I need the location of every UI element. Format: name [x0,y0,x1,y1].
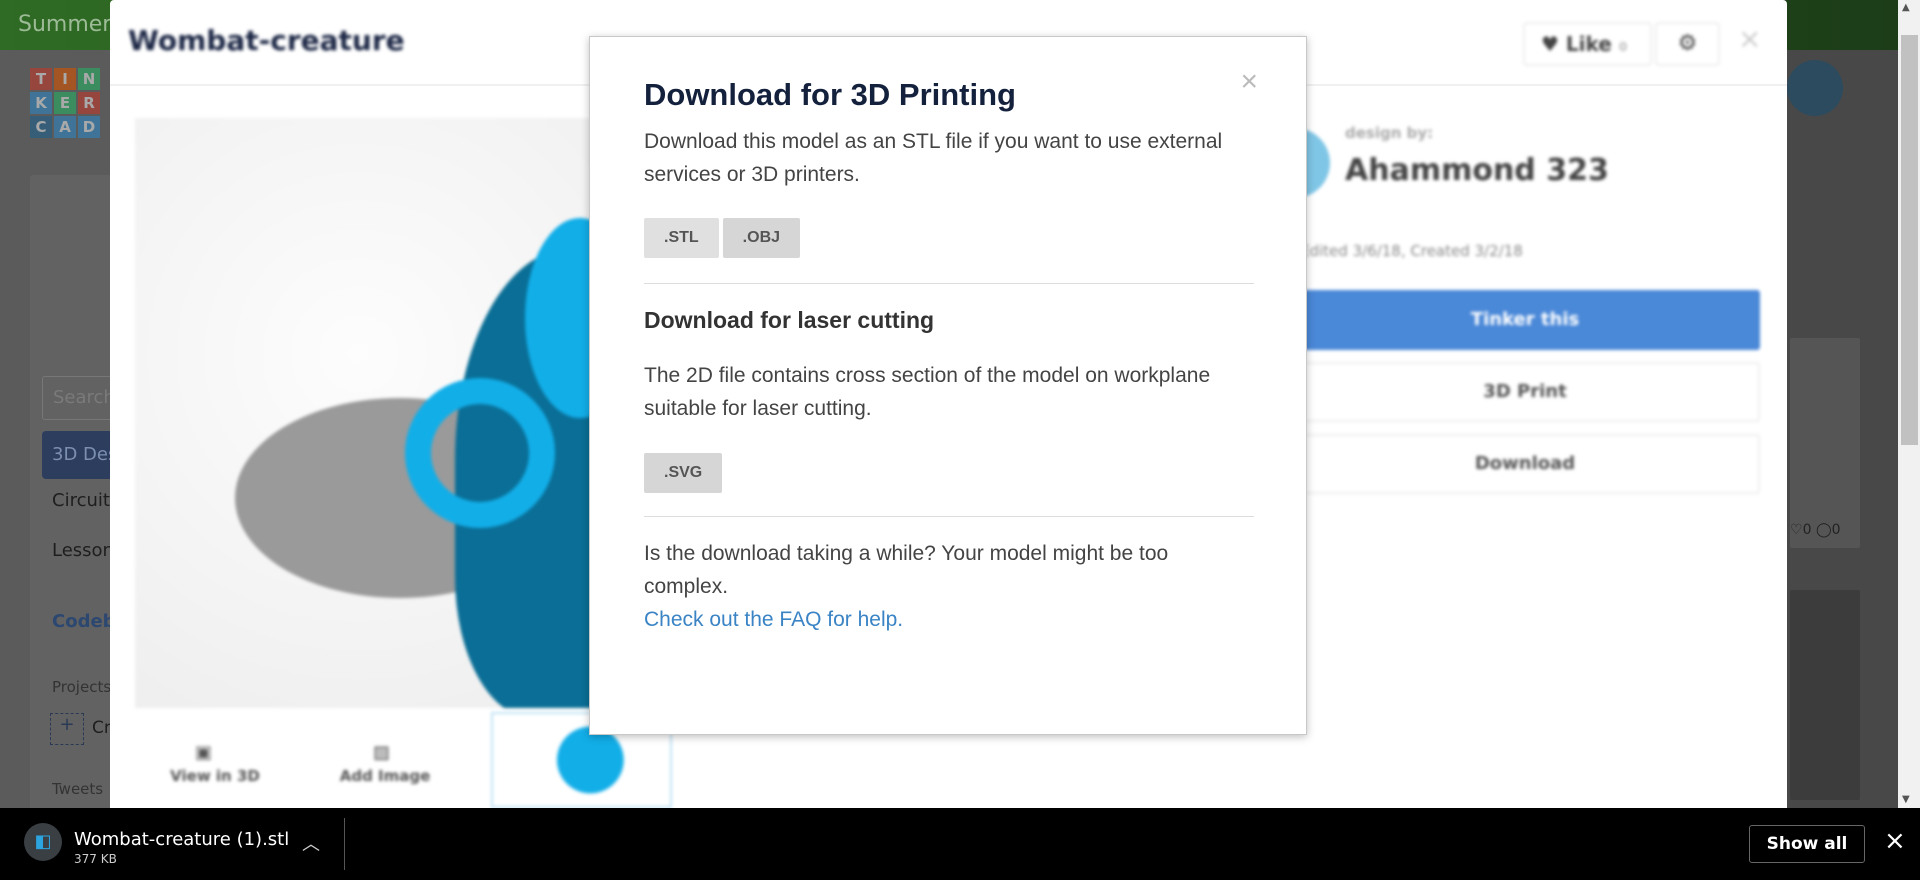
logo-letter: D [78,116,100,138]
modal-title: Download for 3D Printing [644,77,1016,112]
gallery-card[interactable] [1790,338,1860,548]
model-ear [405,378,555,528]
view-in-3d-button[interactable]: View in 3D [135,767,295,785]
show-all-button[interactable]: Show all [1749,825,1865,863]
download-button[interactable]: Download [1290,434,1760,494]
faq-link[interactable]: Check out the FAQ for help. [644,603,1254,636]
close-icon[interactable]: × [1884,826,1906,856]
download-modal: × Download for 3D Printing Download this… [589,36,1307,735]
tinkercad-logo[interactable]: TIN KER CAD [30,68,100,138]
3d-print-button[interactable]: 3D Print [1290,362,1760,422]
download-bar: ◧ Wombat-creature (1).stl 377 KB ︿ Show … [0,808,1920,880]
stl-download-button[interactable]: .STL [644,218,719,258]
gear-icon[interactable]: ⚙ [1655,22,1720,66]
cube-icon: ▣ [195,742,213,763]
tweets-label: Tweets [52,780,104,798]
image-icon: ▨ [373,742,391,763]
add-image-button[interactable]: Add Image [305,767,465,785]
logo-letter: A [54,116,76,138]
divider [644,516,1254,517]
gallery-card[interactable] [1790,590,1860,800]
card-likes: ♡0 ◯0 [1790,522,1841,538]
logo-letter: E [54,92,76,114]
like-button[interactable]: ♥ Like 0 [1523,22,1652,66]
user-avatar[interactable] [1787,60,1843,116]
laser-section-title: Download for laser cutting [644,307,935,333]
modal-description: Download this model as an STL file if yo… [644,130,1223,186]
file-icon: ◧ [24,823,62,861]
download-file-size: 377 KB [74,852,117,866]
laser-description: The 2D file contains cross section of th… [644,364,1211,420]
author-name[interactable]: Ahammond 323 [1345,153,1609,188]
logo-letter: N [78,68,100,90]
help-text: Is the download taking a while? Your mod… [644,542,1169,598]
create-plus-icon[interactable]: + [50,713,84,745]
download-file-name[interactable]: Wombat-creature (1).stl [74,829,289,850]
tinker-this-button[interactable]: Tinker this [1290,290,1760,350]
heart-icon: ♥ [1541,32,1559,56]
divider [644,283,1254,284]
design-by-label: design by: [1345,124,1434,142]
logo-letter: R [78,92,100,114]
design-dates: Edited 3/6/18, Created 3/2/18 [1300,242,1523,260]
logo-letter: K [30,92,52,114]
scroll-up-icon[interactable]: ▲ [1902,2,1910,13]
obj-download-button[interactable]: .OBJ [722,218,801,258]
projects-label: Projects [52,678,112,696]
chevron-up-icon[interactable]: ︿ [302,830,320,856]
logo-letter: T [30,68,52,90]
logo-letter: C [30,116,52,138]
svg-download-button[interactable]: .SVG [644,453,723,493]
scrollbar-thumb[interactable] [1901,35,1918,445]
close-icon[interactable]: × [1738,22,1761,55]
divider [344,818,345,870]
scroll-down-icon[interactable]: ▼ [1902,794,1910,805]
logo-letter: I [54,68,76,90]
design-title: Wombat-creature [128,24,405,57]
banner-text: Summer, [18,12,119,37]
